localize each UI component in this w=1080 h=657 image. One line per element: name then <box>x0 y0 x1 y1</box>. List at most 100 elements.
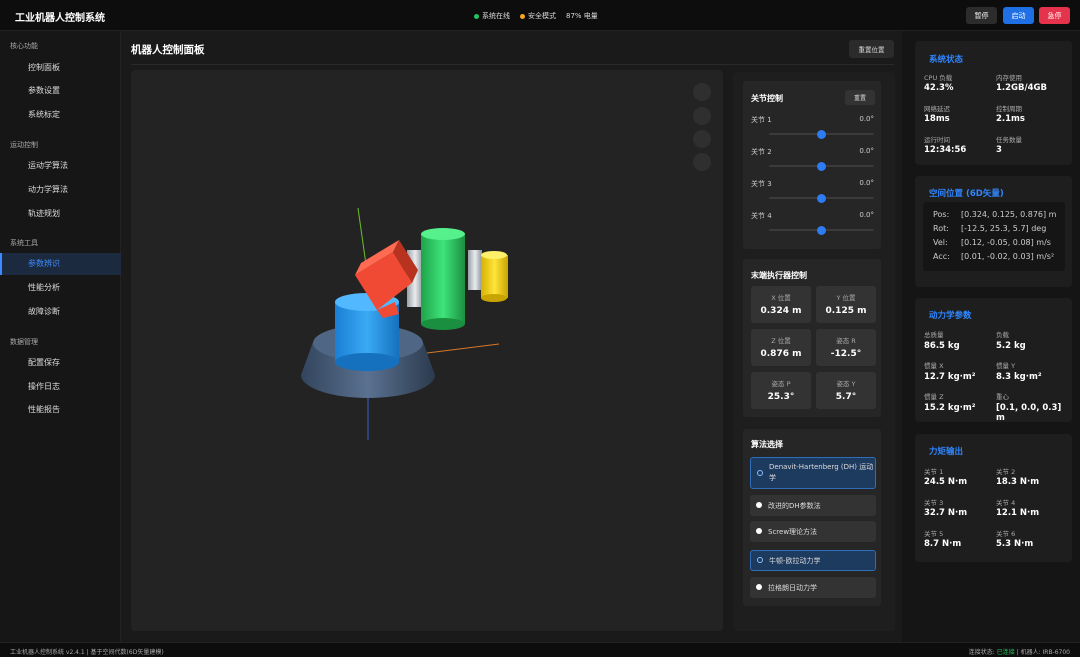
joint-slider[interactable] <box>769 161 874 171</box>
dynamics-card: 动力学参数 总质量 86.5 kg 负载 5.2 kg 惯量 X 12.7 kg… <box>915 298 1072 423</box>
sidebar-item-parameter-settings[interactable]: 参数设置 <box>0 80 121 102</box>
online-dot-icon <box>474 13 479 19</box>
sidebar-item-performance-report[interactable]: 性能报告 <box>0 399 121 421</box>
metric-value: 1.2GB/4GB <box>996 83 1047 93</box>
tile-label: X 位置 <box>771 294 791 302</box>
tile-label: Z 位置 <box>771 337 791 345</box>
vector-box: Pos: [0.324, 0.125, 0.876] m Rot: [-12.5, … <box>923 202 1065 271</box>
robot-3d-viewport[interactable] <box>131 70 723 631</box>
sidebar-section-title: 运动控制 <box>10 141 38 149</box>
status-bar: 系统在线 安全模式 87% 电量 <box>474 11 598 21</box>
sidebar-item-fault-diagnosis[interactable]: 故障诊断 <box>0 301 121 323</box>
metric-value: [0.1, 0.0, 0.3] m <box>996 403 1062 423</box>
algorithm-option-label: 改进的DH参数法 <box>768 501 821 510</box>
joint-control-card: 关节控制 重置 关节 1 0.0° 关节 2 0.0° 关节 3 0.0° 关节… <box>743 81 881 249</box>
start-button[interactable]: 启动 <box>1003 7 1034 24</box>
metric-label: 任务数量 <box>996 136 1022 144</box>
pause-button[interactable]: 暂停 <box>966 7 997 24</box>
x-position-tile: X 位置 0.324 m <box>751 286 811 323</box>
metric-label: 重心 <box>996 393 1009 401</box>
vector-row: Acc: [0.01, -0.02, 0.03] m/s² <box>933 252 1054 261</box>
joint-label: 关节 2 <box>751 148 772 156</box>
sidebar-item-kinematics[interactable]: 运动学算法 <box>0 155 121 177</box>
vector-row: Vel: [0.12, -0.05, 0.08] m/s <box>933 238 1051 247</box>
app-title: 工业机器人控制系统 <box>15 13 105 24</box>
joint-label: 关节 4 <box>751 212 772 220</box>
sidebar-item-control-panel[interactable]: 控制面板 <box>0 57 121 79</box>
battery-status: 87% 电量 <box>566 12 598 20</box>
forearm-cylinder-top <box>421 228 465 240</box>
metric-value: 8.7 N·m <box>924 539 962 549</box>
connection-value: 已连接 <box>996 649 1015 656</box>
spatial-position-title: 空间位置 (6D矢量) <box>929 189 1004 199</box>
sidebar-item-calibration[interactable]: 系统标定 <box>0 104 121 126</box>
joint-slider-thumb[interactable] <box>817 193 826 203</box>
metric-value: 3 <box>996 145 1002 155</box>
z-position-tile: Z 位置 0.876 m <box>751 329 811 366</box>
joint-slider[interactable] <box>769 193 874 203</box>
divider <box>131 64 894 65</box>
system-status-card: 系统状态 CPU 负载 42.3% 内存使用 1.2GB/4GB 网络延迟 18… <box>915 41 1072 165</box>
y-position-tile: Y 位置 0.125 m <box>816 286 876 323</box>
metric-label: 负载 <box>996 331 1009 339</box>
metric-value: 32.7 N·m <box>924 508 968 518</box>
radio-icon[interactable] <box>756 528 762 534</box>
joint-slider[interactable] <box>769 225 874 235</box>
emergency-stop-button[interactable]: 急停 <box>1039 7 1070 24</box>
joint-label: 关节 1 <box>751 116 772 124</box>
metric-value: 18ms <box>924 114 950 124</box>
algorithm-option-modified-dh[interactable]: 改进的DH参数法 <box>750 495 876 516</box>
metric-value: 5.2 kg <box>996 341 1026 351</box>
safe-mode-label: 安全模式 <box>528 12 556 20</box>
radio-icon[interactable] <box>756 502 762 508</box>
metric-label: 内存使用 <box>996 74 1022 82</box>
end-effector-card: 末端执行器控制 X 位置 0.324 m Y 位置 0.125 m Z 位置 0.87… <box>743 259 881 417</box>
vector-key: Acc: <box>933 252 950 261</box>
torque-title: 力矩输出 <box>929 447 964 457</box>
joint-slider-thumb[interactable] <box>817 129 826 139</box>
sidebar-item-trajectory[interactable]: 轨迹规划 <box>0 203 121 225</box>
sidebar-section-title: 系统工具 <box>10 239 38 247</box>
radio-icon[interactable] <box>757 557 763 563</box>
control-panel: 关节控制 重置 关节 1 0.0° 关节 2 0.0° 关节 3 0.0° 关节… <box>733 72 895 631</box>
tile-value: 5.7° <box>835 392 857 402</box>
metric-label: 关节 1 <box>924 468 944 476</box>
tile-label: 姿态 Y <box>836 380 856 388</box>
joint-slider[interactable] <box>769 129 874 139</box>
sidebar-item-operation-log[interactable]: 操作日志 <box>0 376 121 398</box>
radio-icon[interactable] <box>756 584 762 590</box>
algorithm-option-lagrange[interactable]: 拉格朗日动力学 <box>750 577 876 598</box>
shoulder-cylinder-bottom <box>335 353 399 371</box>
metric-label: 惯量 Y <box>996 362 1016 370</box>
sidebar-item-performance-analysis[interactable]: 性能分析 <box>0 277 121 299</box>
safe-mode-status: 安全模式 <box>520 11 556 21</box>
sidebar-item-config-save[interactable]: 配置保存 <box>0 352 121 374</box>
joint-slider-thumb[interactable] <box>817 225 826 235</box>
metric-value: 12.1 N·m <box>996 508 1040 518</box>
info-sidebar: 系统状态 CPU 负载 42.3% 内存使用 1.2GB/4GB 网络延迟 18… <box>902 31 1080 642</box>
metric-value: 15.2 kg·m² <box>924 403 976 413</box>
metric-label: CPU 负载 <box>924 74 953 82</box>
metric-value: 5.3 N·m <box>996 539 1034 549</box>
metric-value: 18.3 N·m <box>996 477 1040 487</box>
wrist-cylinder-top <box>481 251 507 259</box>
joint-reset-button[interactable]: 重置 <box>845 90 875 105</box>
sidebar-item-parameter-identification[interactable]: 参数辨识 <box>0 253 121 275</box>
dynamics-title: 动力学参数 <box>929 311 972 321</box>
metric-label: 关节 5 <box>924 530 944 538</box>
joint-value: 0.0° <box>859 179 874 187</box>
algorithm-option-screw[interactable]: Screw理论方法 <box>750 521 876 542</box>
algorithm-option-dh[interactable]: Denavit-Hartenberg (DH) 运动学 <box>750 457 876 489</box>
metric-label: 网络延迟 <box>924 105 950 113</box>
joint-label: 关节 3 <box>751 180 772 188</box>
sidebar: 核心功能 控制面板 参数设置 系统标定 运动控制 运动学算法 动力学算法 轨迹规… <box>0 31 121 642</box>
sidebar-item-dynamics[interactable]: 动力学算法 <box>0 179 121 201</box>
radio-icon[interactable] <box>757 470 763 476</box>
joint-slider-thumb[interactable] <box>817 161 826 171</box>
algorithm-option-label: Denavit-Hartenberg (DH) 运动学 <box>769 463 874 482</box>
joint-control-title: 关节控制 <box>751 94 783 103</box>
reset-position-button[interactable]: 重置位置 <box>849 40 894 58</box>
spatial-position-card: 空间位置 (6D矢量) Pos: [0.324, 0.125, 0.876] m … <box>915 176 1072 287</box>
tile-value: 25.3° <box>767 392 795 402</box>
algorithm-option-newton-euler[interactable]: 牛顿-欧拉动力学 <box>750 550 876 571</box>
